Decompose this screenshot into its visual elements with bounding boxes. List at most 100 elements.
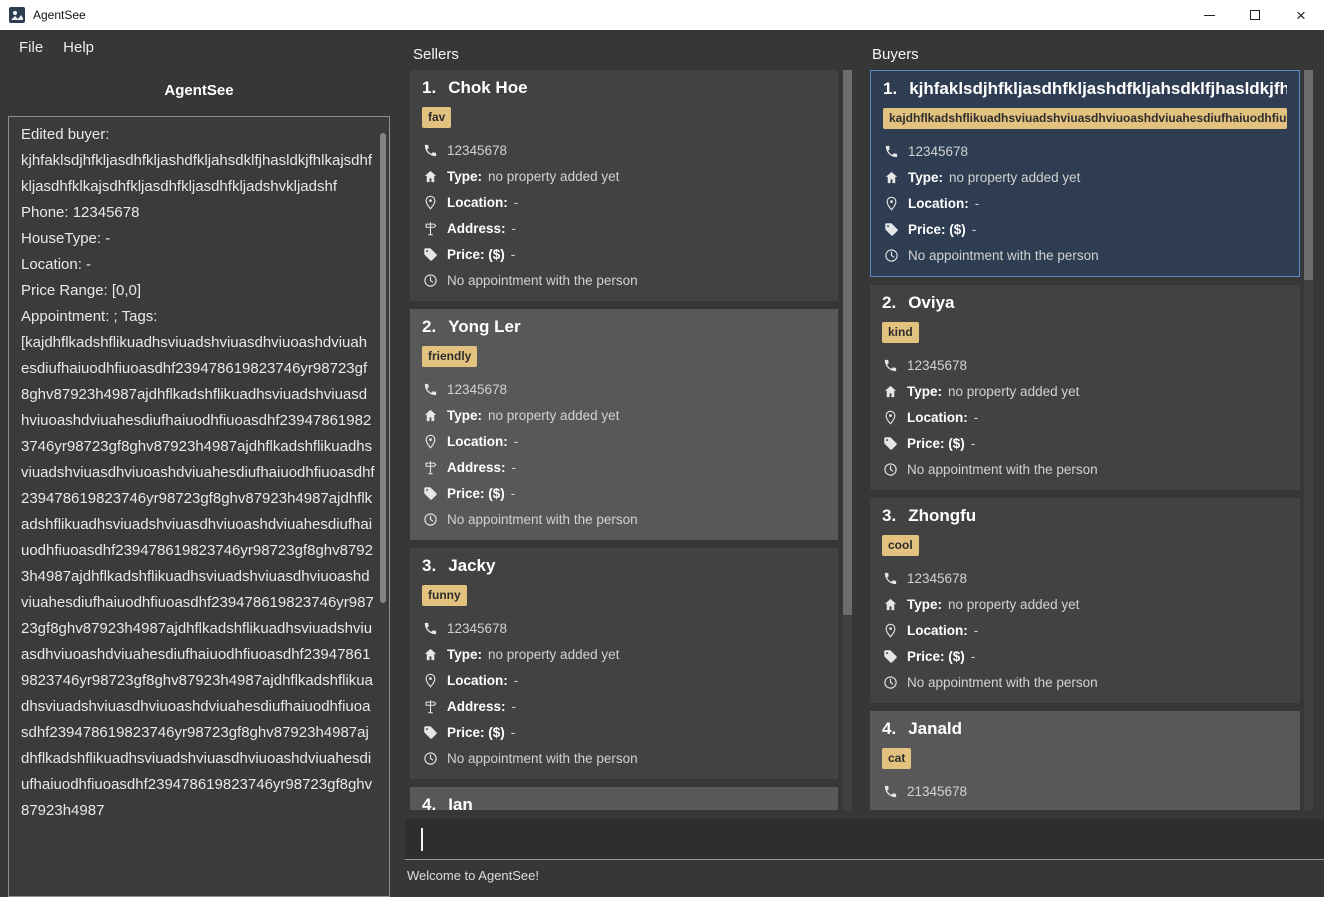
buyers-scrollbar-thumb[interactable] (1304, 70, 1313, 280)
phone-value: 21345678 (907, 783, 968, 799)
price-tag-icon (882, 435, 898, 451)
sellers-scrollbar-thumb[interactable] (843, 70, 852, 615)
location-pin-icon (422, 433, 438, 449)
sellers-list: 1. Chok Hoe fav 12345678 Type: no propert… (410, 70, 838, 810)
type-value: no property added yet (948, 810, 1079, 811)
location-row: Location: - (422, 671, 826, 689)
tag-badge: cat (882, 748, 912, 769)
minimize-icon (1203, 14, 1215, 16)
price-tag-icon (422, 246, 438, 262)
minimize-button[interactable] (1186, 0, 1232, 30)
price-label: Price: ($) (447, 724, 505, 740)
location-label: Location: (907, 409, 968, 425)
tag-badge: kind (882, 322, 919, 343)
menu-file[interactable]: File (9, 35, 53, 60)
tag-badge: friendly (422, 346, 478, 367)
sellers-scrollbar[interactable] (843, 70, 852, 810)
price-tag-icon (882, 648, 898, 664)
type-label: Type: (908, 169, 944, 185)
price-label: Price: ($) (907, 648, 965, 664)
phone-row: 12345678 (422, 380, 826, 398)
seller-card[interactable]: 4. Ian (410, 787, 838, 810)
phone-icon (883, 143, 899, 159)
card-title: 3. Jacky (422, 556, 826, 578)
buyer-card[interactable]: 1. kjhfaklsdjhfkljasdhfkljashdfkljahsdklf… (870, 70, 1300, 277)
card-number: 4. (882, 719, 897, 738)
clock-icon (422, 511, 438, 527)
maximize-button[interactable] (1232, 0, 1278, 30)
card-number: 1. (422, 78, 437, 97)
type-label: Type: (447, 646, 483, 662)
details-scrollbar[interactable] (380, 133, 386, 603)
price-row: Price: ($) - (883, 220, 1287, 238)
buyer-card[interactable]: 3. Zhongfu cool 12345678 Type: no propert… (870, 498, 1300, 703)
price-tag-icon (422, 485, 438, 501)
type-value: no property added yet (488, 646, 620, 662)
buyers-scrollbar[interactable] (1304, 70, 1313, 810)
house-icon (882, 383, 898, 399)
type-row: Type: no property added yet (882, 808, 1288, 811)
clock-icon (422, 750, 438, 766)
titlebar: AgentSee × (0, 0, 1324, 30)
address-row: Address: - (422, 697, 826, 715)
seller-card[interactable]: 3. Jacky funny 12345678 Type: no property… (410, 548, 838, 779)
tag-badge: fav (422, 107, 452, 128)
card-title: 4. Janald (882, 719, 1288, 741)
phone-icon (882, 570, 898, 586)
card-name: Janald (908, 719, 963, 738)
house-icon (882, 809, 898, 810)
details-textbox[interactable]: Edited buyer: kjhfaklsdjhfkljasdhfkljash… (8, 116, 390, 897)
appointment-row: No appointment with the person (882, 460, 1288, 478)
location-label: Location: (907, 622, 968, 638)
clock-icon (882, 461, 898, 477)
close-button[interactable]: × (1278, 0, 1324, 30)
card-number: 2. (882, 293, 897, 312)
type-row: Type: no property added yet (882, 382, 1288, 400)
type-row: Type: no property added yet (422, 406, 826, 424)
card-title: 3. Zhongfu (882, 506, 1288, 528)
phone-icon (882, 357, 898, 373)
phone-value: 12345678 (907, 570, 968, 586)
buyer-card[interactable]: 4. Janald cat 21345678 Type: no property … (870, 711, 1300, 810)
phone-value: 12345678 (908, 143, 969, 159)
menu-help[interactable]: Help (53, 35, 104, 60)
clock-icon (422, 272, 438, 288)
address-row: Address: - (422, 458, 826, 476)
card-number: 3. (882, 506, 897, 525)
address-value: - (511, 220, 517, 236)
house-icon (883, 169, 899, 185)
command-input[interactable] (405, 819, 1324, 860)
type-value: no property added yet (488, 168, 620, 184)
price-row: Price: ($) - (882, 434, 1288, 452)
card-title: 4. Ian (422, 795, 826, 810)
location-pin-icon (883, 195, 899, 211)
seller-card[interactable]: 2. Yong Ler friendly 12345678 Type: no pr… (410, 309, 838, 540)
seller-card[interactable]: 1. Chok Hoe fav 12345678 Type: no propert… (410, 70, 838, 301)
buyer-card[interactable]: 2. Oviya kind 12345678 Type: no property … (870, 285, 1300, 490)
type-label: Type: (447, 407, 483, 423)
house-icon (882, 596, 898, 612)
app-icon (9, 7, 25, 23)
card-number: 3. (422, 556, 437, 575)
phone-row: 12345678 (422, 141, 826, 159)
card-title: 2. Yong Ler (422, 317, 826, 339)
address-label: Address: (447, 220, 506, 236)
card-name: Chok Hoe (448, 78, 528, 97)
location-pin-icon (422, 194, 438, 210)
type-value: no property added yet (948, 383, 1080, 399)
location-value: - (513, 433, 519, 449)
type-value: no property added yet (948, 596, 1080, 612)
appointment-value: No appointment with the person (447, 272, 638, 288)
appointment-row: No appointment with the person (422, 510, 826, 528)
location-pin-icon (882, 409, 898, 425)
tag-badge: kajdhflkadshflikuadhsviuadshviuasdhviuoa… (883, 108, 1287, 129)
address-label: Address: (447, 459, 506, 475)
clock-icon (883, 247, 899, 263)
price-row: Price: ($) - (422, 245, 826, 263)
address-label: Address: (447, 698, 506, 714)
type-label: Type: (907, 596, 943, 612)
price-row: Price: ($) - (422, 484, 826, 502)
appointment-row: No appointment with the person (422, 271, 826, 289)
house-icon (422, 646, 438, 662)
appointment-value: No appointment with the person (447, 511, 638, 527)
